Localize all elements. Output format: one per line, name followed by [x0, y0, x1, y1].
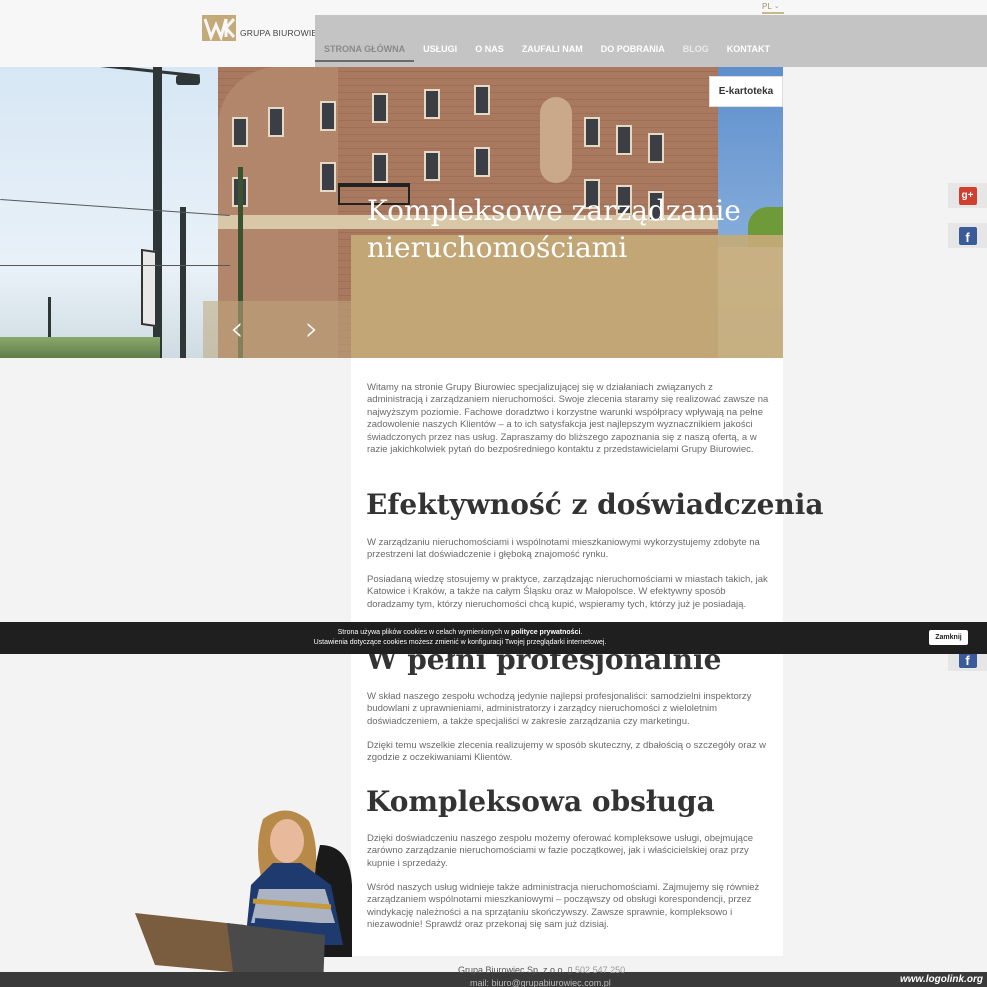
language-selector[interactable]: PL ⌄	[762, 0, 784, 14]
logo-text: GRUPA BIUROWIEC	[240, 28, 324, 38]
footer-phone[interactable]: 502 547 250	[575, 965, 625, 975]
street-pole	[180, 207, 186, 358]
intro-text: Witamy na stronie Grupy Biurowiec specja…	[367, 382, 769, 456]
cookie-close-button[interactable]: Zamknij	[929, 630, 968, 645]
phone-icon: ▯	[567, 965, 573, 975]
building-window	[616, 125, 632, 155]
building-window	[320, 101, 336, 131]
hero-title: Kompleksowe zarządzanie nieruchomościami	[367, 192, 767, 266]
building-window	[424, 89, 440, 119]
language-label: PL	[762, 1, 772, 11]
nav-item-about[interactable]: O NAS	[466, 40, 513, 62]
logo-mark-icon	[202, 15, 236, 42]
hero-title-line2: nieruchomościami	[367, 231, 628, 264]
privacy-policy-link[interactable]: polityce prywatności	[511, 629, 580, 636]
cookie-bar: Strona używa plików cookies w celach wym…	[0, 622, 987, 654]
section2-paragraph2: Dzięki temu wszelkie zlecenia realizujem…	[367, 740, 766, 764]
logo[interactable]: GRUPA BIUROWIEC	[202, 15, 324, 42]
footer-email[interactable]: mail: biuro@grupabiurowiec.com.pl	[470, 978, 611, 987]
watermark-text: www.logolink.org	[900, 974, 983, 985]
footer-company: Grupa Biurowiec Sp. z o.o. ▯ 502 547 250	[458, 965, 625, 976]
nav-item-contact[interactable]: KONTAKT	[718, 40, 779, 62]
building-window	[372, 153, 388, 183]
section-title-complex-service: Kompleksowa obsługa	[366, 785, 715, 818]
footer-company-name: Grupa Biurowiec Sp. z o.o.	[458, 965, 566, 975]
section1-paragraph2: Posiadaną wiedzę stosujemy w praktyce, z…	[367, 574, 768, 610]
tram-wire	[0, 265, 230, 266]
google-plus-icon: g+	[958, 186, 977, 205]
ekartoteka-button[interactable]: E-kartoteka	[709, 76, 783, 107]
section3-paragraph1: Dzięki doświadczeniu naszego zespołu moż…	[367, 833, 753, 869]
top-strip	[0, 0, 987, 15]
building-window	[474, 147, 490, 177]
building-window	[584, 117, 600, 147]
trees	[0, 337, 160, 358]
street-sign	[141, 248, 157, 328]
section3-paragraph2: Wśród naszych usług widnieje także admin…	[367, 882, 760, 931]
building-window	[232, 117, 248, 147]
building-window	[474, 85, 490, 115]
hero-title-line1: Kompleksowe zarządzanie	[367, 194, 741, 227]
slider-prev-arrow[interactable]: ‹	[230, 312, 244, 346]
main-nav: STRONA GŁÓWNA USŁUGI O NAS ZAUFALI NAM D…	[315, 40, 779, 64]
building-window	[372, 93, 388, 123]
slider-controls	[203, 301, 351, 358]
facebook-button[interactable]: f	[948, 223, 987, 248]
nav-item-clients[interactable]: ZAUFALI NAM	[513, 40, 592, 62]
tram-wire	[0, 198, 230, 217]
slider-next-arrow[interactable]: ›	[305, 312, 319, 346]
nav-item-services[interactable]: USŁUGI	[414, 40, 466, 62]
nav-item-downloads[interactable]: DO POBRANIA	[592, 40, 674, 62]
chevron-down-icon: ⌄	[773, 3, 780, 10]
gplus-button[interactable]: g+	[948, 183, 987, 208]
cookie-text: Strona używa plików cookies w celach wym…	[0, 628, 920, 648]
building-window	[424, 151, 440, 181]
building-window	[648, 133, 664, 163]
nav-item-blog[interactable]: BLOG	[674, 40, 718, 62]
building-window	[320, 162, 336, 192]
cookie-line1: Strona używa plików cookies w celach wym…	[337, 629, 583, 636]
section2-paragraph1: W skład naszego zespołu wchodzą jedynie …	[367, 691, 752, 727]
nav-item-home[interactable]: STRONA GŁÓWNA	[315, 40, 415, 62]
building-oval-ornament	[540, 97, 572, 183]
facebook-icon: f	[958, 226, 977, 245]
street-lamp-head	[176, 75, 200, 85]
building-window	[268, 107, 284, 137]
section1-paragraph1: W zarządzaniu nieruchomościami i wspólno…	[367, 537, 760, 561]
cookie-line2: Ustawienia dotyczące cookies możesz zmie…	[313, 639, 607, 646]
section-title-efficiency: Efektywność z doświadczenia	[366, 488, 824, 521]
woman-with-laptop-image	[135, 810, 352, 987]
